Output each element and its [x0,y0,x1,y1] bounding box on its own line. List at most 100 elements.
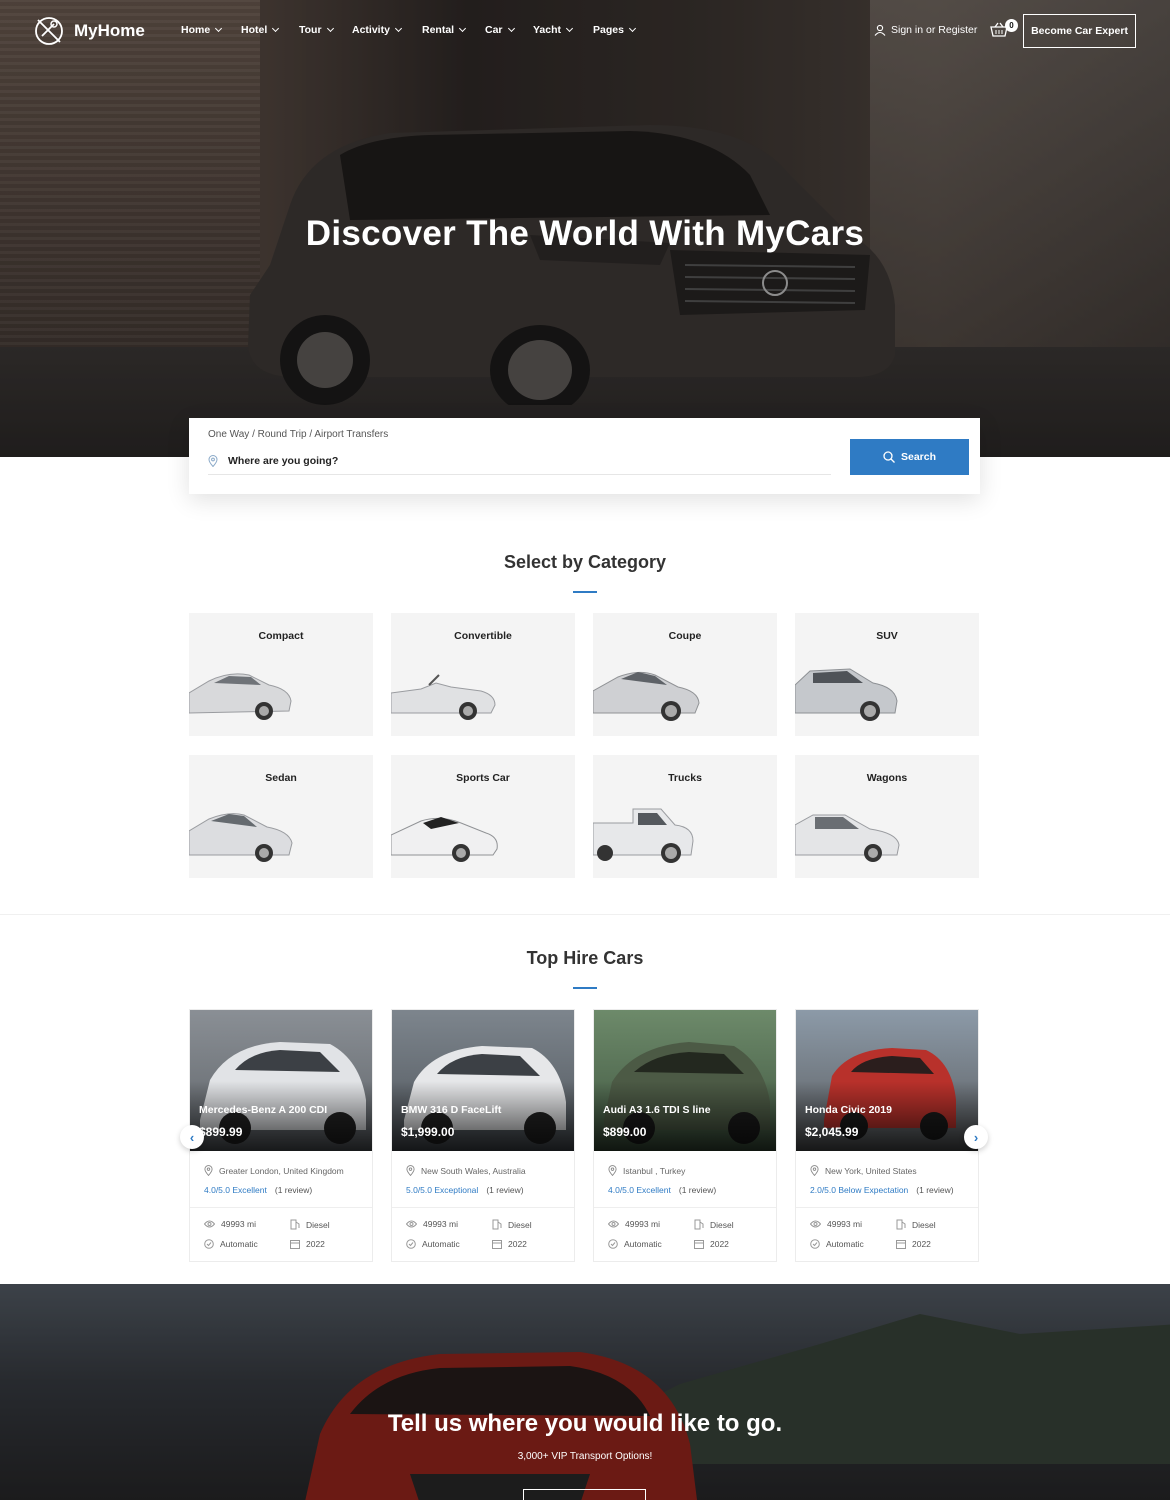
spec-year: 2022 [290,1239,325,1249]
signin-link[interactable]: Sign in or Register [874,24,977,36]
trip-type-options[interactable]: One Way / Round Trip / Airport Transfers [208,429,388,440]
category-label: Compact [258,630,304,642]
spec-fuel: Diesel [492,1219,532,1230]
photo-shade [796,1081,978,1151]
car-price: $899.99 [199,1125,243,1139]
category-card-suv[interactable]: SUV [795,613,979,736]
nav-item-activity[interactable]: Activity [352,24,422,36]
hero-title: Discover The World With MyCars [305,214,865,253]
spec-mileage: 49993 mi [608,1219,660,1229]
suv-car-icon [795,668,898,721]
category-label: Trucks [668,772,702,784]
eye-icon [810,1220,821,1228]
nav-item-hotel[interactable]: Hotel [241,24,299,36]
coupe-car-icon [593,671,700,721]
carousel-next-button[interactable]: › [964,1125,988,1149]
photo-shade [190,1081,372,1151]
destination-field[interactable] [208,448,831,475]
map-pin-icon [608,1165,617,1176]
location-text: Greater London, United Kingdom [219,1165,344,1176]
cta-button[interactable] [523,1489,646,1500]
brand-logo[interactable]: MyHome [32,14,145,48]
nav-item-tour[interactable]: Tour [299,24,352,36]
fuel-pump-icon [896,1219,906,1230]
section-divider [0,914,1170,915]
category-card-sports-car[interactable]: Sports Car [391,755,575,878]
location-text: New South Wales, Australia [421,1165,526,1176]
car-location: Istanbul , Turkey [608,1165,685,1176]
chevron-down-icon [628,24,636,33]
category-label: Sports Car [456,772,510,784]
category-card-coupe[interactable]: Coupe [593,613,777,736]
user-icon [874,24,886,36]
fuel-text: Diesel [710,1219,734,1230]
nav-item-car[interactable]: Car [485,24,533,36]
nav-item-pages[interactable]: Pages [593,24,643,36]
spec-fuel: Diesel [290,1219,330,1230]
review-count: (1 review) [678,1185,717,1195]
category-card-wagons[interactable]: Wagons [795,755,979,878]
eye-icon [608,1220,619,1228]
category-card-trucks[interactable]: Trucks [593,755,777,878]
chevron-right-icon: › [973,1129,979,1145]
main-menu: Home Hotel Tour Activity Rental Car Yach… [181,24,643,36]
fuel-text: Diesel [306,1219,330,1230]
car-name[interactable]: Audi A3 1.6 TDI S line [603,1104,711,1116]
spec-mileage: 49993 mi [204,1219,256,1229]
card-divider [594,1207,776,1208]
location-text: Istanbul , Turkey [623,1165,686,1176]
car-price: $1,999.00 [401,1125,455,1139]
search-button[interactable]: Search [850,439,969,475]
rating-score[interactable]: 5.0/5.0 Exceptional [406,1185,478,1195]
wagon-car-icon [795,814,900,862]
category-card-compact[interactable]: Compact [189,613,373,736]
nav-item-yacht[interactable]: Yacht [533,24,593,36]
eye-icon [204,1220,215,1228]
fuel-pump-icon [694,1219,704,1230]
category-card-convertible[interactable]: Convertible [391,613,575,736]
category-label: Coupe [668,630,702,642]
car-card[interactable]: Mercedes-Benz A 200 CDI $899.99 Greater … [189,1009,373,1262]
spec-fuel: Diesel [896,1219,936,1230]
year-text: 2022 [508,1239,527,1249]
transmission-text: Automatic [422,1239,460,1249]
search-icon [883,451,895,463]
chevron-down-icon [326,24,334,33]
cta-subtitle: 3,000+ VIP Transport Options! [517,1451,653,1462]
cta-banner: Tell us where you would like to go. 3,00… [0,1284,1170,1500]
nav-item-rental[interactable]: Rental [422,24,485,36]
mileage-text: 49993 mi [423,1219,458,1229]
map-pin-icon [810,1165,819,1176]
car-card[interactable]: Audi A3 1.6 TDI S line $899.00 Istanbul … [593,1009,777,1262]
category-card-sedan[interactable]: Sedan [189,755,373,878]
car-name[interactable]: Honda Civic 2019 [805,1104,892,1116]
category-label: Wagons [866,772,908,784]
mileage-text: 49993 mi [221,1219,256,1229]
card-divider [796,1207,978,1208]
rating-score[interactable]: 4.0/5.0 Excellent [204,1185,267,1195]
top-cars-section-title: Top Hire Cars [526,948,644,968]
spec-mileage: 49993 mi [406,1219,458,1229]
become-car-expert-button[interactable]: Become Car Expert [1023,14,1136,48]
calendar-icon [896,1240,906,1249]
car-name[interactable]: Mercedes-Benz A 200 CDI [199,1104,327,1116]
logo-icon [35,17,63,45]
card-divider [190,1207,372,1208]
car-photo: Honda Civic 2019 $2,045.99 [796,1010,978,1151]
car-name[interactable]: BMW 316 D FaceLift [401,1104,501,1116]
sedan-car-icon [189,813,293,862]
nav-item-home[interactable]: Home [181,24,241,36]
location-text: New York, United States [825,1165,917,1176]
year-text: 2022 [306,1239,325,1249]
year-text: 2022 [912,1239,931,1249]
rating-score[interactable]: 4.0/5.0 Excellent [608,1185,671,1195]
car-photo: BMW 316 D FaceLift $1,999.00 [392,1010,574,1151]
convertible-car-icon [391,674,496,720]
year-text: 2022 [710,1239,729,1249]
car-card[interactable]: Honda Civic 2019 $2,045.99 New York, Uni… [795,1009,979,1262]
chevron-down-icon [507,24,515,33]
rating-score[interactable]: 2.0/5.0 Below Expectation [810,1185,908,1195]
carousel-prev-button[interactable]: ‹ [180,1125,204,1149]
destination-input[interactable] [228,455,788,467]
car-card[interactable]: BMW 316 D FaceLift $1,999.00 New South W… [391,1009,575,1262]
